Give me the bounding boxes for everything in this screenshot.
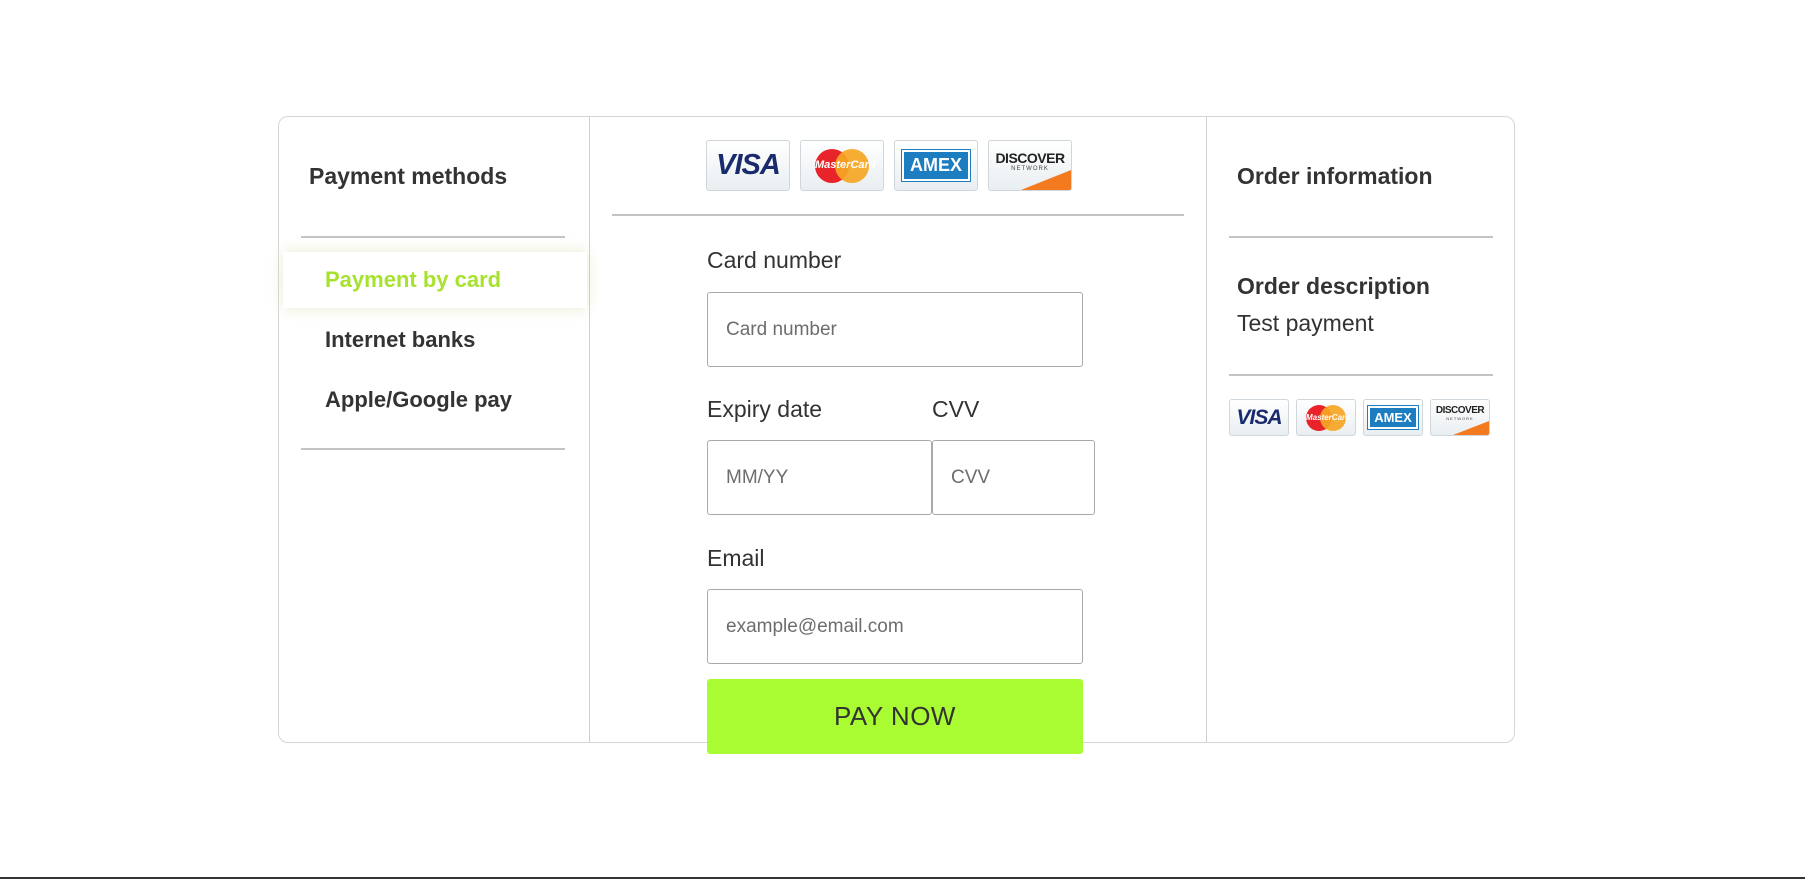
method-apple-google-pay[interactable]: Apple/Google pay [283, 372, 587, 428]
card-number-label: Card number [707, 247, 842, 273]
visa-logo: VISA [706, 140, 790, 191]
method-internet-banks[interactable]: Internet banks [283, 312, 587, 368]
payment-page: Payment methods Payment by card Internet… [0, 0, 1805, 881]
discover-logo: DISCOVER NETWORK [988, 140, 1072, 191]
payment-methods-column: Payment methods Payment by card Internet… [279, 117, 589, 742]
cvv-label: CVV [932, 396, 980, 422]
card-form-column: VISA MasterCard AMEX DISCOVER NETWORK Ca… [590, 117, 1206, 754]
order-description-label: Order description [1237, 273, 1430, 299]
mastercard-logo: MasterCard [800, 140, 884, 191]
expiry-date-input[interactable] [707, 440, 932, 515]
card-logos-row: VISA MasterCard AMEX DISCOVER NETWORK [706, 140, 1072, 191]
mastercard-logo: MasterCard [1296, 399, 1356, 436]
amex-logo: AMEX [894, 140, 978, 191]
email-label: Email [707, 545, 765, 571]
order-information-title: Order information [1237, 163, 1433, 189]
card-number-input[interactable] [707, 292, 1083, 367]
divider [1229, 236, 1493, 238]
method-payment-by-card[interactable]: Payment by card [283, 252, 587, 308]
cvv-input[interactable] [932, 440, 1095, 515]
card-logos-row-small: VISA MasterCard AMEX DISCOVER NETWORK [1229, 399, 1490, 436]
divider [301, 236, 565, 238]
payment-methods-title: Payment methods [309, 163, 508, 189]
divider [301, 448, 565, 450]
pay-now-button[interactable]: PAY NOW [707, 679, 1083, 754]
payment-panel: Payment methods Payment by card Internet… [278, 116, 1516, 754]
email-input[interactable] [707, 589, 1083, 664]
visa-logo: VISA [1229, 399, 1289, 436]
order-description-value: Test payment [1237, 310, 1374, 336]
bottom-border [0, 877, 1805, 879]
discover-logo: DISCOVER NETWORK [1430, 399, 1490, 436]
divider [1229, 374, 1493, 376]
order-information-column: Order information Order description Test… [1207, 117, 1516, 742]
expiry-date-label: Expiry date [707, 396, 823, 422]
amex-logo: AMEX [1363, 399, 1423, 436]
divider [612, 214, 1184, 216]
